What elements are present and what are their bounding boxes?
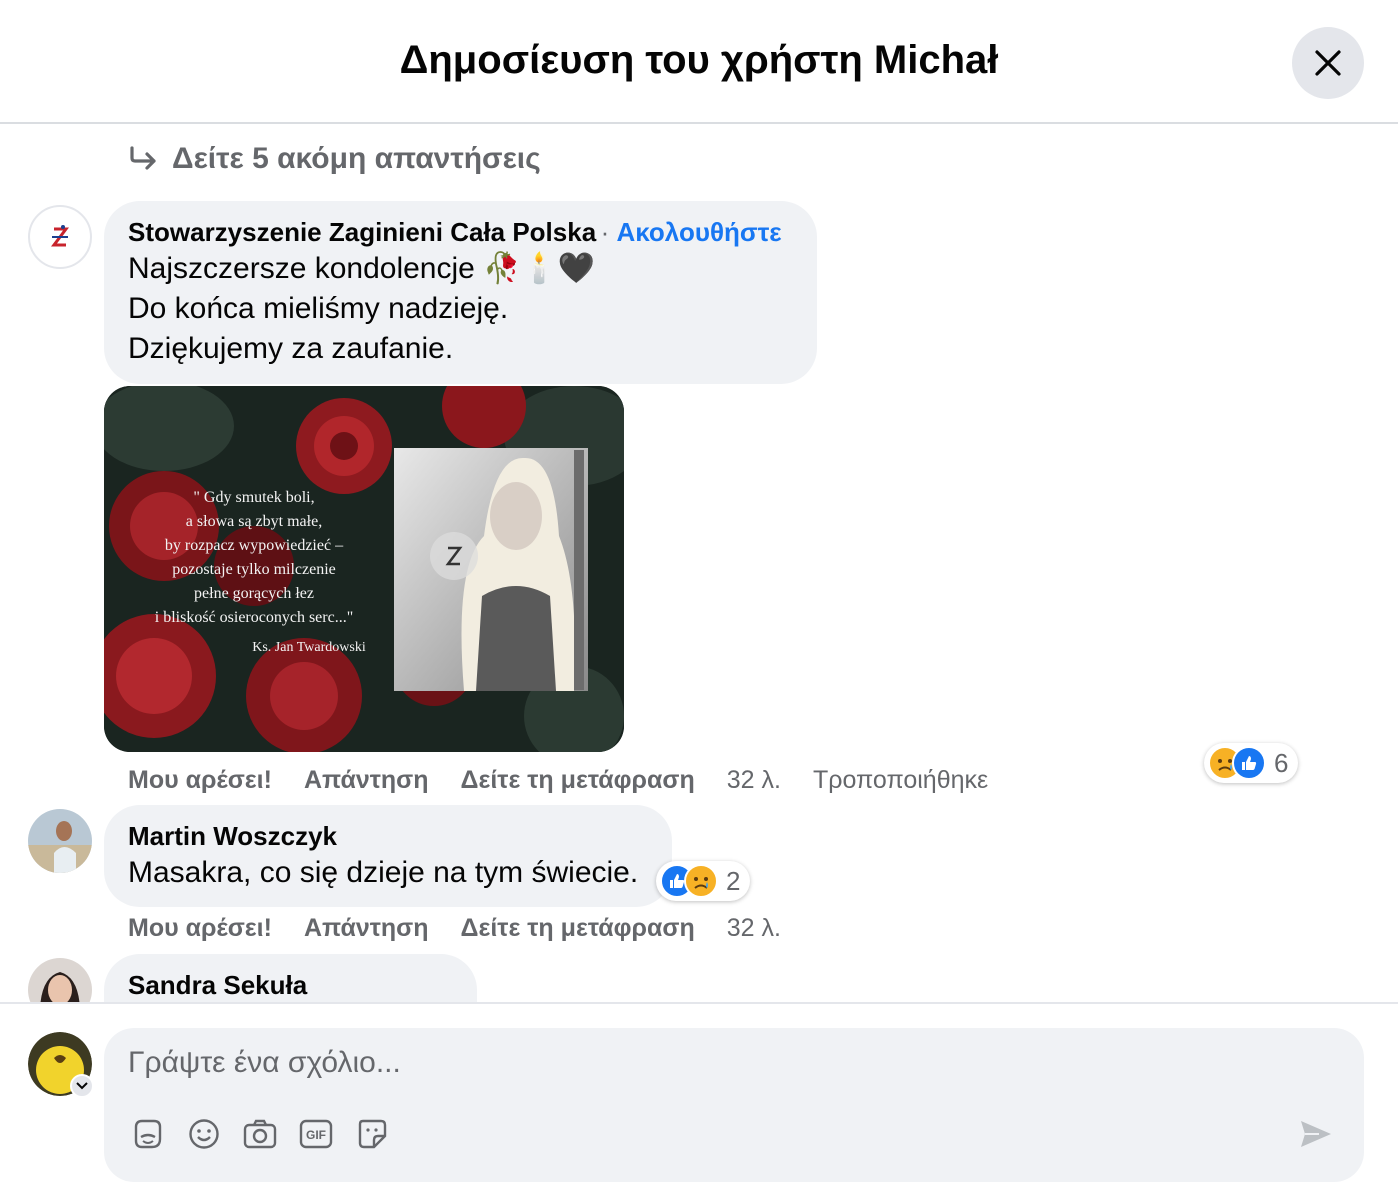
like-link[interactable]: Μου αρέσει! xyxy=(128,766,272,795)
sticker-icon xyxy=(358,1119,387,1149)
close-icon xyxy=(1315,50,1341,76)
sticker-button[interactable] xyxy=(354,1116,390,1152)
quote-line: pełne gorących łez xyxy=(194,585,314,602)
avatar[interactable] xyxy=(28,205,92,269)
comment-author[interactable]: Martin Woszczyk xyxy=(128,819,648,853)
avatar-sticker-button[interactable] xyxy=(130,1116,166,1152)
current-user-avatar[interactable] xyxy=(28,1032,94,1098)
send-button[interactable] xyxy=(1296,1116,1336,1152)
close-button[interactable] xyxy=(1292,27,1364,99)
avatar[interactable] xyxy=(28,958,92,1002)
quote-attribution: Ks. Jan Twardowski xyxy=(252,640,366,655)
chevron-down-icon xyxy=(76,1082,88,1090)
comment-author[interactable]: Stowarzyszenie Zaginieni Cała Polska xyxy=(128,217,596,247)
emoji-icon xyxy=(189,1119,219,1149)
reply-arrow-icon xyxy=(130,146,156,170)
comment-image[interactable]: " Gdy smutek boli, a słowa są zbyt małe,… xyxy=(104,386,624,752)
gif-icon: GIF xyxy=(299,1119,333,1149)
photo-button[interactable] xyxy=(242,1116,278,1152)
comment-input[interactable] xyxy=(128,1046,1228,1080)
comment-text-line: Najszczersze kondolencje 🥀🕯️🖤 xyxy=(128,252,596,285)
comment-actions: Μου αρέσει! Απάντηση Δείτε τη μετάφραση … xyxy=(128,914,781,943)
comment-bubble: Martin Woszczyk Masakra, co się dzieje n… xyxy=(104,805,672,907)
sad-reaction-icon xyxy=(684,864,718,898)
quote-line: pozostaje tylko milczenie xyxy=(172,561,336,578)
comment-text-line: Do końca mieliśmy nadzieję. xyxy=(128,292,509,325)
reaction-summary[interactable]: 2 xyxy=(656,861,751,901)
comment-author[interactable]: Sandra Sekuła xyxy=(128,968,453,1002)
emoji-button[interactable] xyxy=(186,1116,222,1152)
comment-timestamp[interactable]: 32 λ. xyxy=(727,766,781,795)
translate-link[interactable]: Δείτε τη μετάφραση xyxy=(461,914,695,943)
camera-icon xyxy=(243,1119,277,1149)
quote-line: " Gdy smutek boli, xyxy=(193,489,315,506)
quote-line: by rozpacz wypowiedzieć – xyxy=(164,537,344,554)
edited-label[interactable]: Τροποποιήθηκε xyxy=(813,766,988,795)
image-quote: " Gdy smutek boli, a słowa są zbyt małe,… xyxy=(112,486,396,660)
comment-text-line: Dziękujemy za zaufanie. xyxy=(128,332,454,365)
comment-bubble: Sandra Sekuła xyxy=(104,954,477,1002)
comment-text: Masakra, co się dzieje na tym świecie. xyxy=(128,856,639,889)
quote-line: a słowa są zbyt małe, xyxy=(185,513,323,530)
svg-text:GIF: GIF xyxy=(306,1128,326,1142)
user-photo xyxy=(28,958,92,1002)
send-icon xyxy=(1301,1121,1331,1147)
comment-composer: GIF xyxy=(104,1028,1364,1182)
user-photo xyxy=(28,809,92,873)
organization-logo-icon xyxy=(51,225,69,247)
comment-actions: Μου αρέσει! Απάντηση Δείτε τη μετάφραση … xyxy=(128,766,988,795)
dialog-title: Δημοσίευση του χρήστη Michał xyxy=(399,38,999,82)
reply-link[interactable]: Απάντηση xyxy=(304,914,429,943)
more-replies-link[interactable]: Δείτε 5 ακόμη απαντήσεις xyxy=(128,142,541,176)
avatar-sticker-icon xyxy=(134,1119,162,1149)
comment-clipped: Sandra Sekuła xyxy=(0,950,1398,1002)
quote-line: i bliskość osieroconych serc..." xyxy=(154,609,354,626)
avatar[interactable] xyxy=(28,809,92,873)
gif-button[interactable]: GIF xyxy=(298,1116,334,1152)
dialog-header: Δημοσίευση του χρήστη Michał xyxy=(0,0,1398,124)
reaction-count: 2 xyxy=(726,865,741,896)
reply-link[interactable]: Απάντηση xyxy=(304,766,429,795)
reaction-summary[interactable]: 6 xyxy=(1204,743,1299,783)
like-reaction-icon xyxy=(1232,746,1266,780)
more-replies-label: Δείτε 5 ακόμη απαντήσεις xyxy=(172,142,541,175)
account-switch-button[interactable] xyxy=(70,1074,94,1098)
translate-link[interactable]: Δείτε τη μετάφραση xyxy=(461,766,695,795)
comment-timestamp[interactable]: 32 λ. xyxy=(727,914,781,943)
separator-dot: · xyxy=(600,217,617,247)
reaction-count: 6 xyxy=(1274,747,1289,778)
comment-bubble: Stowarzyszenie Zaginieni Cała Polska · Α… xyxy=(104,201,817,384)
like-link[interactable]: Μου αρέσει! xyxy=(128,914,272,943)
composer-divider xyxy=(0,1002,1398,1004)
follow-button[interactable]: Ακολουθήστε xyxy=(617,217,782,247)
comment-header: Stowarzyszenie Zaginieni Cała Polska · Α… xyxy=(128,215,793,249)
